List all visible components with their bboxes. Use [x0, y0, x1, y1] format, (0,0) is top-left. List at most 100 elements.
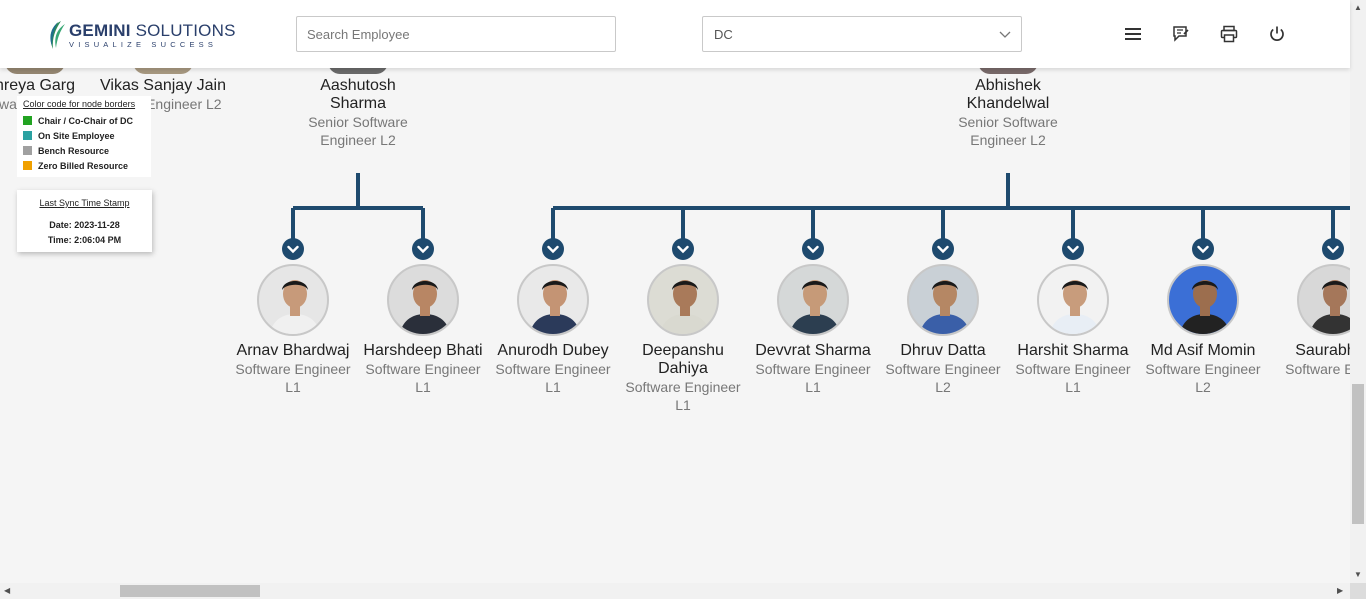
sync-time: Time: 2:06:04 PM [47, 235, 122, 245]
employee-role: Software Engineer L1 [625, 379, 741, 413]
employee-node[interactable]: Saurabh S Software En L1 [1268, 342, 1350, 378]
menu-icon[interactable] [1123, 24, 1143, 44]
power-icon[interactable] [1267, 24, 1287, 44]
employee-role: Software Engineer L1 [495, 361, 611, 395]
chevron-down-icon [677, 245, 689, 253]
employee-node[interactable]: Harshit Sharma Software Engineer L1 [1008, 342, 1138, 396]
sync-date: Date: 2023-11-28 [49, 220, 120, 230]
employee-role: Software Engineer L2 [1145, 361, 1261, 395]
employee-role: Software Engineer L1 [235, 361, 351, 395]
legend-item-label: Zero Billed Resource [38, 160, 129, 171]
avatar[interactable] [777, 264, 849, 336]
avatar[interactable] [517, 264, 589, 336]
chevron-down-icon [807, 245, 819, 253]
expand-node-button[interactable] [1322, 238, 1344, 260]
last-sync-card: Last Sync Time Stamp Date: 2023-11-28 Ti… [17, 190, 152, 252]
avatar[interactable] [907, 264, 979, 336]
search-employee-input[interactable] [296, 16, 616, 52]
employee-name: hreya Garg [0, 77, 76, 94]
avatar[interactable] [257, 264, 329, 336]
employee-node[interactable]: Dhruv Datta Software Engineer L2 [878, 342, 1008, 396]
employee-name: Dhruv Datta [900, 342, 986, 359]
legend-title: Color code for node borders [23, 99, 136, 109]
legend-swatch [23, 116, 32, 125]
chevron-down-icon [287, 245, 299, 253]
employee-node[interactable]: Anurodh Dubey Software Engineer L1 [488, 342, 618, 396]
scroll-up-icon[interactable]: ▲ [1354, 3, 1362, 12]
expand-node-button[interactable] [1062, 238, 1084, 260]
feedback-icon[interactable] [1171, 24, 1191, 44]
scrollbar-thumb[interactable] [120, 585, 260, 597]
avatar[interactable] [387, 264, 459, 336]
employee-role: Software Engineer L1 [755, 361, 871, 395]
expand-node-button[interactable] [932, 238, 954, 260]
manager-node[interactable]: Aashutosh Sharma Senior Software Enginee… [293, 77, 423, 149]
avatar[interactable] [978, 68, 1038, 74]
employee-node[interactable]: Devvrat Sharma Software Engineer L1 [748, 342, 878, 396]
department-select[interactable]: DC [702, 16, 1022, 52]
legend-item-label: Bench Resource [38, 145, 110, 156]
legend-swatch [23, 161, 32, 170]
legend-item: Zero Billed Resource [23, 158, 145, 173]
scroll-down-icon[interactable]: ▼ [1354, 570, 1362, 579]
legend-item-label: Chair / Co-Chair of DC [38, 115, 134, 126]
employee-node[interactable]: Deepanshu Dahiya Software Engineer L1 [618, 342, 748, 414]
org-chart[interactable]: hreya Garg wa Vikas Sanjay Jain e Engine… [0, 68, 1350, 583]
expand-node-button[interactable] [672, 238, 694, 260]
logo-name-bold: GEMINI [69, 20, 131, 40]
employee-role: Software En L1 [1285, 361, 1350, 377]
employee-role: Software Engineer L1 [365, 361, 481, 395]
avatar[interactable] [133, 68, 193, 74]
legend-item: Chair / Co-Chair of DC [23, 113, 145, 128]
profile-photo [1309, 280, 1350, 334]
employee-name: Harshit Sharma [1017, 342, 1129, 359]
employee-name: Deepanshu Dahiya [642, 342, 724, 377]
department-select-value: DC [714, 26, 733, 42]
employee-name: Vikas Sanjay Jain [100, 77, 226, 94]
expand-node-button[interactable] [282, 238, 304, 260]
scroll-right-icon[interactable]: ▶ [1337, 586, 1343, 595]
avatar[interactable] [647, 264, 719, 336]
employee-name: Arnav Bhardwaj [236, 342, 350, 359]
chevron-down-icon [1327, 245, 1339, 253]
horizontal-scrollbar[interactable]: ◀ ▶ [0, 583, 1350, 599]
app-header: GEMINI SOLUTIONS VISUALIZE SUCCESS DC [0, 0, 1350, 68]
avatar[interactable] [328, 68, 388, 74]
legend-item: On Site Employee [23, 128, 145, 143]
employee-node[interactable]: Harshdeep Bhati Software Engineer L1 [358, 342, 488, 396]
scrollbar-thumb[interactable] [1352, 384, 1364, 524]
avatar[interactable] [1037, 264, 1109, 336]
employee-name: Abhishek Khandelwal [966, 77, 1050, 112]
employee-role: Senior Software Engineer L2 [958, 114, 1058, 148]
print-icon[interactable] [1219, 24, 1239, 44]
chevron-down-icon [999, 31, 1011, 38]
employee-name: Harshdeep Bhati [363, 342, 483, 359]
employee-node[interactable]: Arnav Bhardwaj Software Engineer L1 [228, 342, 358, 396]
legend-swatch [23, 146, 32, 155]
avatar[interactable] [5, 68, 65, 74]
expand-node-button[interactable] [542, 238, 564, 260]
logo-name-light: SOLUTIONS [130, 20, 236, 40]
employee-name: Anurodh Dubey [497, 342, 609, 359]
manager-node[interactable]: Abhishek Khandelwal Senior Software Engi… [943, 77, 1073, 149]
employee-node[interactable]: Md Asif Momin Software Engineer L2 [1138, 342, 1268, 396]
chevron-down-icon [417, 245, 429, 253]
logo-tagline: VISUALIZE SUCCESS [69, 39, 218, 49]
expand-node-button[interactable] [1192, 238, 1214, 260]
company-logo[interactable]: GEMINI SOLUTIONS VISUALIZE SUCCESS [47, 18, 236, 52]
chevron-down-icon [937, 245, 949, 253]
avatar[interactable] [1167, 264, 1239, 336]
employee-name: Devvrat Sharma [755, 342, 871, 359]
expand-node-button[interactable] [412, 238, 434, 260]
legend-item-label: On Site Employee [38, 130, 115, 141]
leaf-logo-icon [50, 21, 65, 49]
expand-node-button[interactable] [802, 238, 824, 260]
border-color-legend: Color code for node borders Chair / Co-C… [17, 96, 151, 177]
employee-name: Md Asif Momin [1150, 342, 1256, 359]
legend-item: Bench Resource [23, 143, 145, 158]
sync-title: Last Sync Time Stamp [39, 198, 130, 208]
employee-role: Software Engineer L1 [1015, 361, 1131, 395]
scroll-left-icon[interactable]: ◀ [4, 586, 10, 595]
chevron-down-icon [1197, 245, 1209, 253]
vertical-scrollbar[interactable]: ▲ ▼ [1350, 0, 1366, 583]
